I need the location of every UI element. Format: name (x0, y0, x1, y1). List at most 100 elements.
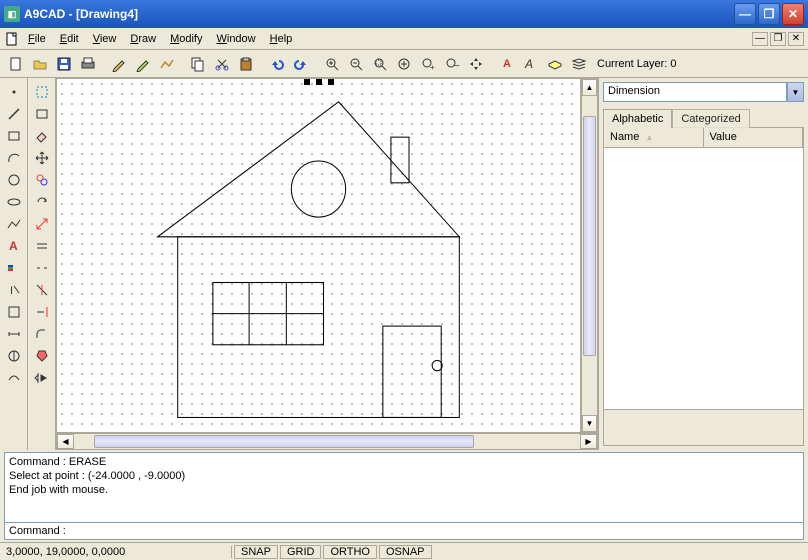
menu-draw[interactable]: Draw (124, 31, 162, 47)
menu-file[interactable]: File (22, 31, 52, 47)
layers-tool-icon[interactable] (543, 53, 566, 75)
zoom-minus-icon[interactable]: − (440, 53, 463, 75)
document-icon[interactable] (4, 31, 20, 47)
hatch-icon[interactable] (3, 302, 25, 322)
close-button[interactable]: ✕ (782, 3, 804, 25)
paste-icon[interactable] (234, 53, 257, 75)
drawing-canvas[interactable] (56, 78, 581, 433)
move-icon[interactable] (31, 148, 53, 168)
open-icon[interactable] (28, 53, 51, 75)
text-style-icon[interactable]: A (519, 53, 542, 75)
stack-icon[interactable] (567, 53, 590, 75)
dimension-icon[interactable] (3, 324, 25, 344)
polygon-icon[interactable] (3, 258, 25, 278)
copy-icon[interactable] (186, 53, 209, 75)
osnap-toggle[interactable]: OSNAP (379, 545, 432, 559)
spline-icon[interactable] (3, 368, 25, 388)
column-name[interactable]: Name (604, 128, 704, 147)
column-value[interactable]: Value (704, 128, 804, 147)
command-prompt[interactable]: Command : (5, 523, 70, 539)
rectangle-icon[interactable] (3, 126, 25, 146)
polyline-tool-icon[interactable] (3, 214, 25, 234)
main-toolbar: + − A A Current Layer: 0 (0, 50, 808, 78)
pan-icon[interactable] (464, 53, 487, 75)
scroll-left-icon[interactable]: ◀ (57, 434, 74, 449)
scale-icon[interactable] (31, 214, 53, 234)
minimize-button[interactable]: — (734, 3, 756, 25)
maximize-button[interactable]: ❐ (758, 3, 780, 25)
object-type-combo[interactable]: Dimension (603, 82, 787, 102)
combo-dropdown-icon[interactable]: ▼ (787, 82, 804, 102)
zoom-window-icon[interactable] (368, 53, 391, 75)
new-icon[interactable] (4, 53, 27, 75)
leader-icon[interactable] (3, 346, 25, 366)
select-icon[interactable] (31, 82, 53, 102)
save-icon[interactable] (52, 53, 75, 75)
mdi-restore-button[interactable]: ❐ (770, 32, 786, 46)
snap-toggle[interactable]: SNAP (234, 545, 278, 559)
mdi-close-button[interactable]: ✕ (788, 32, 804, 46)
svg-text:A: A (9, 239, 18, 253)
svg-text:I: I (10, 285, 13, 297)
app-icon: ◧ (4, 6, 20, 22)
menu-bar: File Edit View Draw Modify Window Help —… (0, 28, 808, 50)
grid-toggle[interactable]: GRID (280, 545, 322, 559)
ellipse-icon[interactable] (3, 192, 25, 212)
text-icon[interactable]: A (3, 236, 25, 256)
erase-icon[interactable] (31, 126, 53, 146)
cut-icon[interactable] (210, 53, 233, 75)
menu-edit[interactable]: Edit (54, 31, 85, 47)
explode-icon[interactable] (31, 346, 53, 366)
ortho-toggle[interactable]: ORTHO (323, 545, 377, 559)
vscroll-thumb[interactable] (583, 116, 596, 356)
tab-alphabetic[interactable]: Alphabetic (603, 109, 672, 128)
vertical-scrollbar[interactable]: ▲ ▼ (581, 78, 598, 433)
undo-icon[interactable] (265, 53, 288, 75)
zoom-extents-icon[interactable] (392, 53, 415, 75)
zoom-plus-icon[interactable]: + (416, 53, 439, 75)
redo-icon[interactable] (289, 53, 312, 75)
status-bar: 3,0000, 19,0000, 0,0000 SNAP GRID ORTHO … (0, 542, 808, 560)
scroll-down-icon[interactable]: ▼ (582, 415, 597, 432)
hscroll-thumb[interactable] (94, 435, 474, 448)
zoom-in-icon[interactable] (320, 53, 343, 75)
extend-icon[interactable] (31, 302, 53, 322)
draw-toolbar: A I (0, 78, 28, 450)
highlighter-icon[interactable] (131, 53, 154, 75)
horizontal-scrollbar[interactable]: ◀ ▶ (56, 433, 598, 450)
pencil-icon[interactable] (107, 53, 130, 75)
coordinate-display: 3,0000, 19,0000, 0,0000 (0, 546, 232, 558)
point-icon[interactable] (3, 82, 25, 102)
line-icon[interactable] (3, 104, 25, 124)
svg-text:+: + (430, 63, 435, 72)
current-layer-label: Current Layer: 0 (597, 58, 676, 70)
print-icon[interactable] (76, 53, 99, 75)
zoom-out-icon[interactable] (344, 53, 367, 75)
properties-panel: Dimension ▼ Alphabetic Categorized Name … (598, 78, 808, 450)
tab-categorized[interactable]: Categorized (672, 109, 749, 128)
polyline-icon[interactable] (155, 53, 178, 75)
select-rect-icon[interactable] (31, 104, 53, 124)
menu-view[interactable]: View (87, 31, 123, 47)
circle-icon[interactable] (3, 170, 25, 190)
arc-icon[interactable] (3, 148, 25, 168)
menu-modify[interactable]: Modify (164, 31, 208, 47)
mdi-minimize-button[interactable]: — (752, 32, 768, 46)
properties-list[interactable] (604, 148, 803, 409)
rotate-icon[interactable] (31, 192, 53, 212)
trim-icon[interactable] (31, 280, 53, 300)
offset-icon[interactable] (31, 236, 53, 256)
scroll-up-icon[interactable]: ▲ (582, 79, 597, 96)
scroll-right-icon[interactable]: ▶ (580, 434, 597, 449)
menu-window[interactable]: Window (210, 31, 261, 47)
dim-icon[interactable]: A (495, 53, 518, 75)
svg-text:−: − (454, 61, 460, 72)
properties-description (604, 409, 803, 445)
fillet-icon[interactable] (31, 324, 53, 344)
mirror-icon[interactable] (31, 368, 53, 388)
svg-text:A: A (524, 57, 533, 71)
menu-help[interactable]: Help (264, 31, 299, 47)
image-icon[interactable]: I (3, 280, 25, 300)
copy-modify-icon[interactable] (31, 170, 53, 190)
break-icon[interactable] (31, 258, 53, 278)
